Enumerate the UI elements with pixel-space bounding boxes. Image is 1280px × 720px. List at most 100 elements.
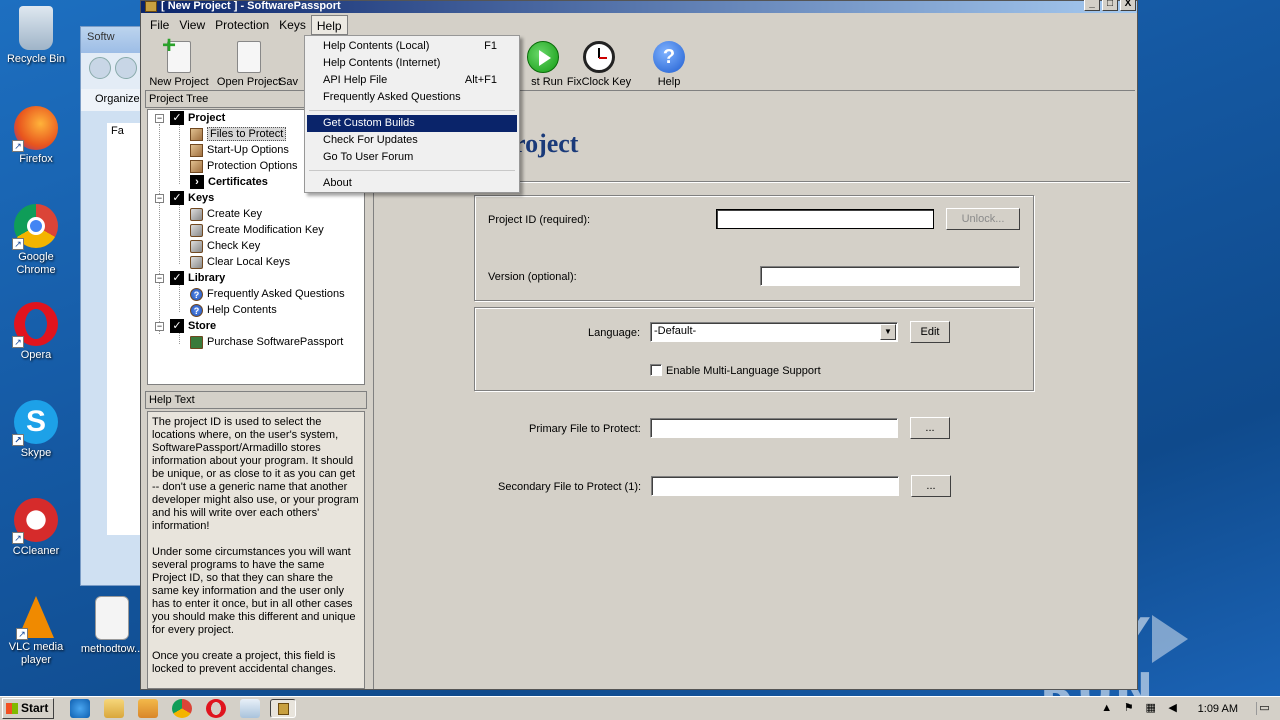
tree-node-keys[interactable]: ✓ Keys <box>170 190 214 206</box>
collapse-icon[interactable]: − <box>155 114 164 123</box>
softwarepassport-taskbar-icon[interactable] <box>270 699 296 718</box>
project-id-field[interactable] <box>716 209 934 229</box>
tree-node-protection-options[interactable]: Protection Options <box>190 158 298 174</box>
new-project-button[interactable]: New Project <box>139 32 219 88</box>
language-label: Language: <box>588 327 640 339</box>
clock-time[interactable]: 1:09 AM <box>1188 703 1248 715</box>
tree-node-create-modification-key[interactable]: Create Modification Key <box>190 222 324 238</box>
explorer-nav-bar <box>81 53 143 89</box>
collapse-icon[interactable]: − <box>155 274 164 283</box>
explorer-window[interactable]: Softw Organize Fa <box>80 26 144 586</box>
show-desktop-icon[interactable]: ▭ <box>1256 702 1272 715</box>
volume-icon[interactable]: ◀ <box>1166 702 1180 715</box>
organize-menu[interactable]: Organize <box>81 89 143 111</box>
menu-help[interactable]: Help <box>310 15 348 35</box>
explorer-taskbar-icon[interactable] <box>104 699 124 718</box>
chrome-icon: ↗ <box>12 204 58 250</box>
secondary-file-field[interactable] <box>651 476 899 496</box>
ie-taskbar-icon[interactable] <box>70 699 90 718</box>
vlc-icon: ↗ <box>16 596 54 640</box>
checkbox-checked-icon[interactable]: ✓ <box>170 111 184 126</box>
desktop-file-methodtow[interactable]: methodtow... <box>74 596 150 656</box>
unlock-button[interactable]: Unlock... <box>946 208 1020 230</box>
system-tray: ▲ ⚑ ▦ ◀ 1:09 AM ▭ <box>1092 698 1280 719</box>
collapse-icon[interactable]: − <box>155 322 164 331</box>
checkbox-checked-icon[interactable]: ✓ <box>170 191 184 206</box>
language-select[interactable]: -Default- ▼ <box>650 322 898 342</box>
chevron-up-icon[interactable]: ▲ <box>1100 702 1114 715</box>
tree-node-label: Create Key <box>207 208 263 220</box>
new-project-label: New Project <box>149 76 209 88</box>
close-button[interactable]: X <box>1120 0 1136 11</box>
desktop-icon-firefox[interactable]: ↗ Firefox <box>0 106 72 166</box>
menu-item-user-forum[interactable]: Go To User Forum <box>307 149 517 166</box>
key-icon <box>190 255 203 269</box>
multi-language-checkbox[interactable] <box>650 364 662 376</box>
language-group <box>474 307 1034 391</box>
multi-language-label[interactable]: Enable Multi-Language Support <box>666 365 821 377</box>
chrome-taskbar-icon[interactable] <box>172 699 192 718</box>
tree-node-purchase[interactable]: Purchase SoftwarePassport <box>190 334 343 350</box>
back-icon[interactable] <box>89 57 111 79</box>
desktop-icon-ccleaner[interactable]: ↗ CCleaner <box>0 498 72 558</box>
secondary-browse-button[interactable]: ... <box>911 475 951 497</box>
desktop-icon-recycle-bin[interactable]: Recycle Bin <box>0 6 72 66</box>
tree-node-clear-local-keys[interactable]: Clear Local Keys <box>190 254 290 270</box>
flag-icon[interactable]: ⚑ <box>1122 702 1136 715</box>
menu-item-check-for-updates[interactable]: Check For Updates <box>307 132 517 149</box>
tree-node-project[interactable]: ✓ Project <box>170 110 225 126</box>
checkbox-checked-icon[interactable]: ✓ <box>170 271 184 286</box>
tree-node-files-to-protect[interactable]: Files to Protect <box>190 126 287 142</box>
tree-node-label: Certificates <box>208 176 268 188</box>
primary-browse-button[interactable]: ... <box>910 417 950 439</box>
save-button[interactable]: Sav <box>279 41 303 88</box>
help-button[interactable]: ? Help <box>629 41 709 88</box>
tree-node-faq[interactable]: ? Frequently Asked Questions <box>190 286 345 302</box>
media-player-taskbar-icon[interactable] <box>138 699 158 718</box>
language-value: -Default- <box>654 325 697 337</box>
menu-item-faq[interactable]: Frequently Asked Questions <box>307 89 517 106</box>
tree-node-label: Help Contents <box>207 304 277 316</box>
edit-language-button[interactable]: Edit <box>910 321 950 343</box>
collapse-icon[interactable]: − <box>155 194 164 203</box>
fixclock-key-button[interactable]: FixClock Key <box>559 41 639 88</box>
shortcut-arrow-icon: ↗ <box>12 238 24 250</box>
tree-node-check-key[interactable]: Check Key <box>190 238 260 254</box>
menu-item-help-contents-local[interactable]: Help Contents (Local) F1 <box>307 38 517 55</box>
notepad-taskbar-icon[interactable] <box>240 699 260 718</box>
menu-keys[interactable]: Keys <box>274 15 311 35</box>
forward-icon[interactable] <box>115 57 137 79</box>
desktop-icon-chrome[interactable]: ↗ Google Chrome <box>0 204 72 277</box>
desktop-icon-opera[interactable]: ↗ Opera <box>0 302 72 362</box>
tree-node-create-key[interactable]: Create Key <box>190 206 262 222</box>
list-item[interactable]: Fa <box>107 123 143 145</box>
checkbox-checked-icon[interactable]: ✓ <box>170 319 184 334</box>
primary-file-field[interactable] <box>650 418 898 438</box>
minimize-button[interactable]: _ <box>1084 0 1100 11</box>
chevron-down-icon[interactable]: ▼ <box>880 324 896 340</box>
start-button[interactable]: Start <box>2 698 54 719</box>
window-controls: _ □ X <box>1084 0 1136 11</box>
version-field[interactable] <box>760 266 1020 286</box>
open-project-button[interactable]: Open Project <box>209 41 289 88</box>
tree-node-certificates[interactable]: › Certificates <box>190 174 268 190</box>
opera-taskbar-icon[interactable] <box>206 699 226 718</box>
maximize-button[interactable]: □ <box>1102 0 1118 11</box>
desktop-icon-label: methodtow... <box>80 643 144 655</box>
tree-node-help-contents[interactable]: ? Help Contents <box>190 302 277 318</box>
menu-item-about[interactable]: About <box>307 175 517 192</box>
menu-item-label: Help Contents (Local) <box>323 40 430 52</box>
tree-node-store[interactable]: ✓ Store <box>170 318 216 334</box>
menu-item-help-contents-internet[interactable]: Help Contents (Internet) <box>307 55 517 72</box>
menu-item-get-custom-builds[interactable]: Get Custom Builds <box>307 115 517 132</box>
menu-view[interactable]: View <box>174 15 210 35</box>
menu-item-api-help-file[interactable]: API Help File Alt+F1 <box>307 72 517 89</box>
desktop-icon-skype[interactable]: S ↗ Skype <box>0 400 72 460</box>
network-icon[interactable]: ▦ <box>1144 702 1158 715</box>
desktop-icon-vlc[interactable]: ↗ VLC media player <box>0 596 72 667</box>
window-title: [ New Project ] - SoftwarePassport <box>161 0 341 12</box>
menu-protection[interactable]: Protection <box>210 15 274 35</box>
tree-node-startup-options[interactable]: Start-Up Options <box>190 142 289 158</box>
tree-node-library[interactable]: ✓ Library <box>170 270 225 286</box>
taskbar: Start ▲ ⚑ ▦ ◀ 1:09 AM ▭ <box>0 696 1280 720</box>
